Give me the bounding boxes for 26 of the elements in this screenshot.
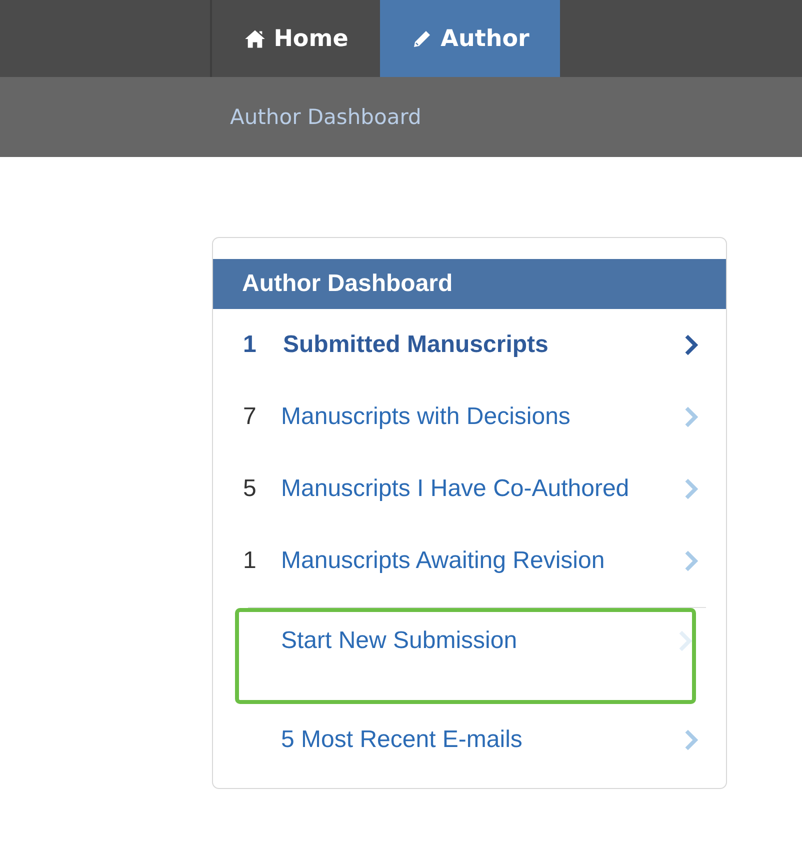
item-label: Manuscripts with Decisions bbox=[281, 403, 572, 431]
item-count: 1 bbox=[243, 331, 258, 359]
item-label: Submitted Manuscripts bbox=[283, 331, 550, 359]
chevron-right-icon bbox=[684, 406, 698, 428]
item-count: 7 bbox=[243, 403, 258, 431]
dashboard-menu-item[interactable]: 1 Submitted Manuscripts bbox=[209, 309, 722, 381]
dashboard-menu-item[interactable]: 5 Most Recent E-mails bbox=[209, 704, 722, 776]
chevron-right-icon bbox=[684, 550, 698, 572]
item-count: 1 bbox=[243, 547, 258, 575]
home-icon bbox=[244, 28, 266, 48]
item-label: Manuscripts I Have Co-Authored bbox=[281, 475, 630, 503]
dashboard-menu-item[interactable]: 1 Manuscripts Awaiting Revision bbox=[209, 525, 722, 597]
nav-tab[interactable]: Author bbox=[380, 0, 560, 77]
chevron-right-icon bbox=[678, 630, 692, 652]
item-label: Manuscripts Awaiting Revision bbox=[281, 547, 606, 575]
dashboard-menu-item[interactable]: Start New Submission bbox=[235, 608, 696, 704]
item-label: 5 Most Recent E-mails bbox=[281, 726, 524, 754]
item-count: 5 bbox=[243, 475, 258, 503]
chevron-right-icon bbox=[684, 478, 698, 500]
breadcrumb-link[interactable]: Author Dashboard bbox=[230, 105, 422, 129]
dashboard-menu-item[interactable]: 5 Manuscripts I Have Co-Authored bbox=[209, 453, 722, 525]
panel-title: Author Dashboard bbox=[213, 259, 726, 309]
chevron-right-icon bbox=[684, 334, 698, 356]
item-label: Start New Submission bbox=[281, 627, 518, 655]
chevron-right-icon bbox=[684, 729, 698, 751]
dashboard-menu-item[interactable]: 7 Manuscripts with Decisions bbox=[209, 381, 722, 453]
